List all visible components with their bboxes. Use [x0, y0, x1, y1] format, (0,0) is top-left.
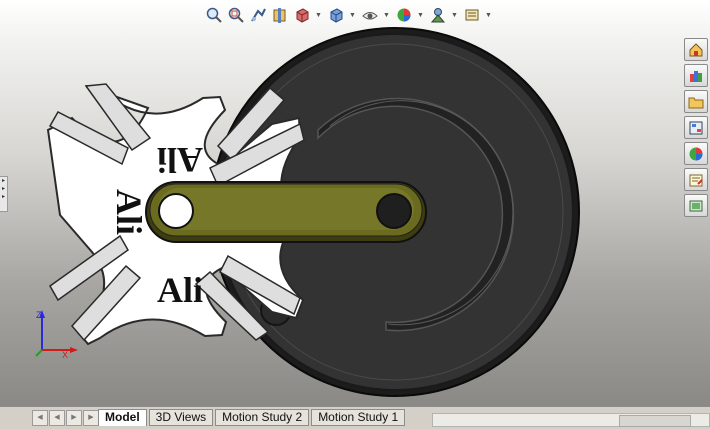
horizontal-scrollbar[interactable] [432, 413, 710, 427]
edit-appearance-dropdown[interactable]: ▼ [416, 5, 425, 25]
reference-triad: Z X [35, 310, 78, 360]
next-tab-arrow-icon[interactable]: ▶ [66, 410, 82, 426]
tab-strip: Model 3D Views Motion Study 2 Motion Stu… [98, 409, 407, 426]
view-settings-dropdown[interactable]: ▼ [484, 5, 493, 25]
hide-show-icon[interactable] [360, 5, 380, 25]
edit-appearance-icon[interactable] [394, 5, 414, 25]
view-orientation-dropdown[interactable]: ▼ [314, 5, 323, 25]
engraving-bottom: Ali [157, 270, 203, 310]
last-tab-arrow-icon[interactable]: ▶ [83, 410, 99, 426]
view-palette-icon[interactable] [684, 116, 708, 139]
section-view-icon[interactable] [270, 5, 290, 25]
apply-scene-icon[interactable] [428, 5, 448, 25]
previous-view-icon[interactable] [248, 5, 268, 25]
crank-link[interactable] [145, 181, 427, 243]
heads-up-view-toolbar: ▼ ▼ ▼ ▼ ▼ ▼ [204, 4, 496, 26]
task-pane-tabs [684, 38, 710, 220]
tab-motion-study-2[interactable]: Motion Study 2 [215, 409, 310, 426]
graphics-area[interactable]: Ali Ali Ali ▼ ▼ ▼ ▼ ▼ ▼ ▸ ▸ ▸ Z X [0, 0, 710, 406]
appearances-scenes-icon[interactable] [684, 142, 708, 165]
custom-properties-icon[interactable] [684, 168, 708, 191]
engraving-top: Ali [157, 140, 203, 180]
zoom-to-area-icon[interactable] [226, 5, 246, 25]
file-explorer-icon[interactable] [684, 90, 708, 113]
search-icon[interactable] [684, 194, 708, 217]
view-settings-icon[interactable] [462, 5, 482, 25]
display-style-icon[interactable] [326, 5, 346, 25]
hide-show-dropdown[interactable]: ▼ [382, 5, 391, 25]
triad-z-label: Z [36, 310, 42, 320]
first-tab-arrow-icon[interactable]: ◀ [32, 410, 48, 426]
tab-motion-study-1[interactable]: Motion Study 1 [311, 409, 406, 426]
engraving-left: Ali [109, 189, 149, 235]
triad-x-label: X [62, 350, 68, 360]
view-orientation-icon[interactable] [292, 5, 312, 25]
previous-tab-arrow-icon[interactable]: ◀ [49, 410, 65, 426]
scrollbar-thumb[interactable] [619, 415, 691, 427]
tab-navigation: ◀ ◀ ▶ ▶ [32, 410, 100, 426]
zoom-to-fit-icon[interactable] [204, 5, 224, 25]
model-tab-bar: ◀ ◀ ▶ ▶ Model 3D Views Motion Study 2 Mo… [0, 406, 710, 429]
display-style-dropdown[interactable]: ▼ [348, 5, 357, 25]
solidworks-resources-icon[interactable] [684, 38, 708, 61]
apply-scene-dropdown[interactable]: ▼ [450, 5, 459, 25]
tab-model[interactable]: Model [98, 409, 147, 426]
model-scene[interactable]: Ali Ali Ali [0, 0, 710, 406]
feature-manager-collapse-handle[interactable]: ▸ ▸ ▸ [0, 176, 8, 212]
tab-3d-views[interactable]: 3D Views [148, 409, 214, 426]
design-library-icon[interactable] [684, 64, 708, 87]
